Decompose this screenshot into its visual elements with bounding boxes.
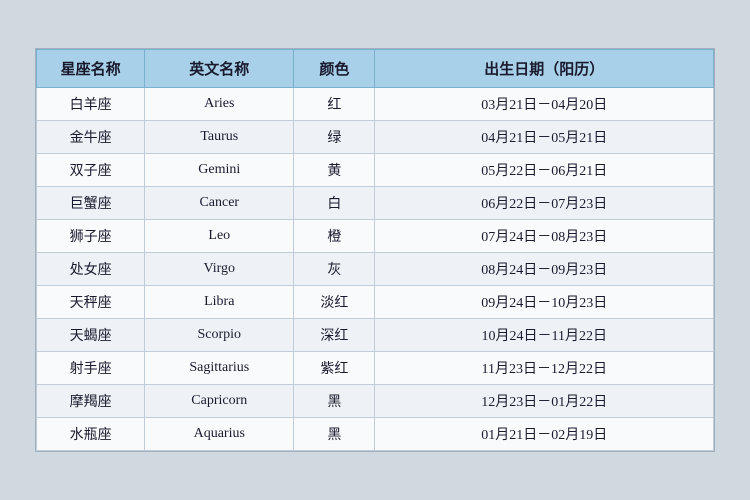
table-row: 水瓶座Aquarius黑01月21日－02月19日 bbox=[37, 418, 714, 451]
cell-english: Virgo bbox=[145, 253, 294, 286]
cell-english: Sagittarius bbox=[145, 352, 294, 385]
cell-color: 淡红 bbox=[294, 286, 375, 319]
table-body: 白羊座Aries红03月21日－04月20日金牛座Taurus绿04月21日－0… bbox=[37, 88, 714, 451]
cell-color: 红 bbox=[294, 88, 375, 121]
cell-english: Aries bbox=[145, 88, 294, 121]
cell-chinese: 处女座 bbox=[37, 253, 145, 286]
cell-english: Gemini bbox=[145, 154, 294, 187]
table-row: 天蝎座Scorpio深红10月24日－11月22日 bbox=[37, 319, 714, 352]
cell-date: 03月21日－04月20日 bbox=[375, 88, 714, 121]
cell-chinese: 射手座 bbox=[37, 352, 145, 385]
cell-date: 09月24日－10月23日 bbox=[375, 286, 714, 319]
table-header-row: 星座名称 英文名称 颜色 出生日期（阳历） bbox=[37, 50, 714, 88]
table-row: 摩羯座Capricorn黑12月23日－01月22日 bbox=[37, 385, 714, 418]
cell-color: 灰 bbox=[294, 253, 375, 286]
table-row: 白羊座Aries红03月21日－04月20日 bbox=[37, 88, 714, 121]
cell-color: 绿 bbox=[294, 121, 375, 154]
cell-date: 08月24日－09月23日 bbox=[375, 253, 714, 286]
cell-chinese: 白羊座 bbox=[37, 88, 145, 121]
cell-date: 10月24日－11月22日 bbox=[375, 319, 714, 352]
cell-date: 12月23日－01月22日 bbox=[375, 385, 714, 418]
cell-date: 11月23日－12月22日 bbox=[375, 352, 714, 385]
cell-chinese: 金牛座 bbox=[37, 121, 145, 154]
cell-date: 04月21日－05月21日 bbox=[375, 121, 714, 154]
header-english: 英文名称 bbox=[145, 50, 294, 88]
cell-date: 01月21日－02月19日 bbox=[375, 418, 714, 451]
header-color: 颜色 bbox=[294, 50, 375, 88]
cell-color: 黑 bbox=[294, 418, 375, 451]
cell-date: 05月22日－06月21日 bbox=[375, 154, 714, 187]
cell-color: 紫红 bbox=[294, 352, 375, 385]
cell-english: Taurus bbox=[145, 121, 294, 154]
zodiac-table-container: 星座名称 英文名称 颜色 出生日期（阳历） 白羊座Aries红03月21日－04… bbox=[35, 48, 715, 452]
table-row: 天秤座Libra淡红09月24日－10月23日 bbox=[37, 286, 714, 319]
cell-color: 白 bbox=[294, 187, 375, 220]
zodiac-table: 星座名称 英文名称 颜色 出生日期（阳历） 白羊座Aries红03月21日－04… bbox=[36, 49, 714, 451]
cell-color: 深红 bbox=[294, 319, 375, 352]
cell-color: 黑 bbox=[294, 385, 375, 418]
cell-english: Cancer bbox=[145, 187, 294, 220]
cell-english: Capricorn bbox=[145, 385, 294, 418]
cell-date: 07月24日－08月23日 bbox=[375, 220, 714, 253]
cell-chinese: 摩羯座 bbox=[37, 385, 145, 418]
cell-date: 06月22日－07月23日 bbox=[375, 187, 714, 220]
header-chinese: 星座名称 bbox=[37, 50, 145, 88]
cell-english: Scorpio bbox=[145, 319, 294, 352]
cell-color: 黄 bbox=[294, 154, 375, 187]
cell-english: Leo bbox=[145, 220, 294, 253]
cell-english: Libra bbox=[145, 286, 294, 319]
table-row: 射手座Sagittarius紫红11月23日－12月22日 bbox=[37, 352, 714, 385]
header-date: 出生日期（阳历） bbox=[375, 50, 714, 88]
cell-chinese: 双子座 bbox=[37, 154, 145, 187]
cell-chinese: 水瓶座 bbox=[37, 418, 145, 451]
table-row: 金牛座Taurus绿04月21日－05月21日 bbox=[37, 121, 714, 154]
table-row: 处女座Virgo灰08月24日－09月23日 bbox=[37, 253, 714, 286]
table-row: 狮子座Leo橙07月24日－08月23日 bbox=[37, 220, 714, 253]
cell-english: Aquarius bbox=[145, 418, 294, 451]
table-row: 巨蟹座Cancer白06月22日－07月23日 bbox=[37, 187, 714, 220]
cell-chinese: 巨蟹座 bbox=[37, 187, 145, 220]
cell-chinese: 狮子座 bbox=[37, 220, 145, 253]
cell-chinese: 天蝎座 bbox=[37, 319, 145, 352]
table-row: 双子座Gemini黄05月22日－06月21日 bbox=[37, 154, 714, 187]
cell-color: 橙 bbox=[294, 220, 375, 253]
cell-chinese: 天秤座 bbox=[37, 286, 145, 319]
